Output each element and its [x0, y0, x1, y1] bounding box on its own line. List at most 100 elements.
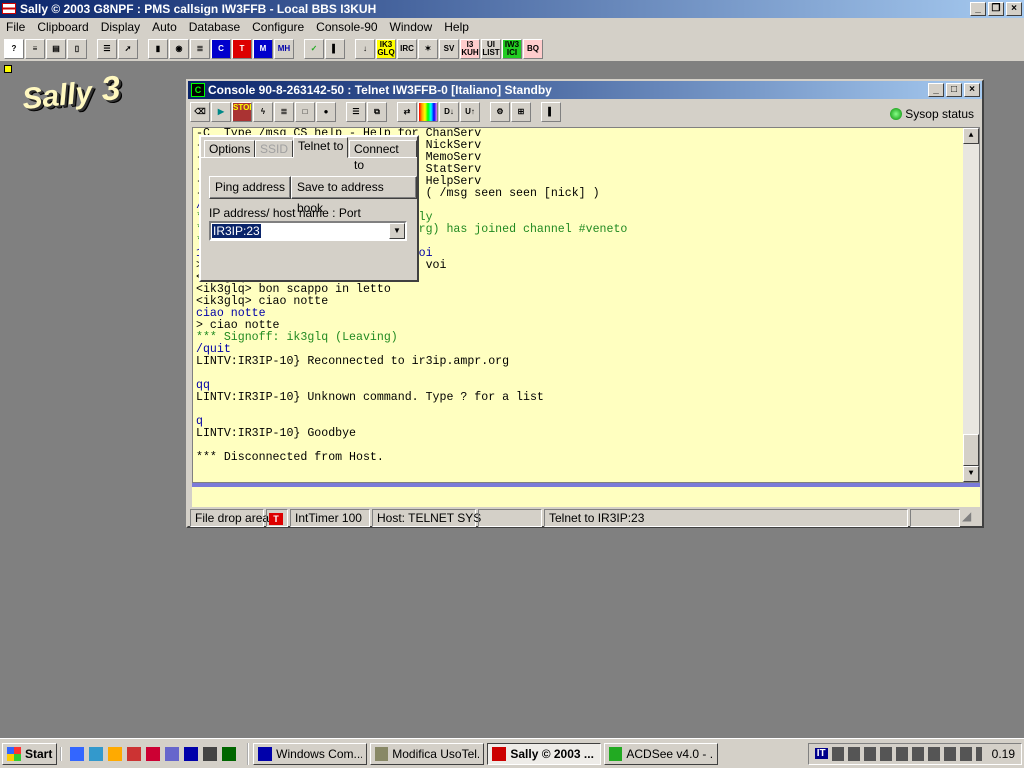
- ie-icon[interactable]: [70, 746, 85, 761]
- app3-icon[interactable]: [165, 746, 180, 761]
- print-icon[interactable]: ▤: [46, 39, 66, 59]
- menu-configure[interactable]: Configure: [246, 18, 310, 37]
- taskbar-button-label: Modifica UsoTel...: [392, 746, 480, 761]
- minimize-button[interactable]: _: [970, 2, 986, 16]
- resize-grip[interactable]: ◢: [962, 509, 978, 527]
- console-close-button[interactable]: ×: [964, 83, 980, 97]
- new-list-icon[interactable]: ☰: [346, 102, 366, 122]
- restore-button[interactable]: ❐: [988, 2, 1004, 16]
- sysop-status[interactable]: Sysop status: [890, 107, 974, 121]
- scroll-icon[interactable]: ≣: [190, 39, 210, 59]
- ik3glq-icon[interactable]: IK3 GLQ: [376, 39, 396, 59]
- eraser-icon[interactable]: ⌫: [190, 102, 210, 122]
- robot-icon[interactable]: [203, 746, 218, 761]
- save-icon[interactable]: [184, 746, 199, 761]
- scroll-icon[interactable]: ≣: [274, 102, 294, 122]
- i3kuh-icon[interactable]: I3 KUH: [460, 39, 480, 59]
- taskbar-button[interactable]: Windows Com...: [253, 742, 368, 765]
- start-button[interactable]: Start: [2, 742, 58, 765]
- stop-icon[interactable]: STOP: [232, 102, 252, 122]
- sv-icon[interactable]: SV: [439, 39, 459, 59]
- console-m-icon[interactable]: M: [253, 39, 273, 59]
- menu-help[interactable]: Help: [438, 18, 475, 37]
- address-combobox[interactable]: IR3IP:23 ▼: [209, 221, 407, 241]
- save-address-book-button[interactable]: Save to address book: [291, 176, 417, 215]
- telnet-popup: Options SSID Telnet to Connect to Ping a…: [199, 135, 419, 282]
- sysop-status-label: Sysop status: [905, 107, 974, 121]
- console-scrollbar[interactable]: ▲ ▼: [963, 128, 979, 482]
- console-maximize-button[interactable]: □: [946, 83, 962, 97]
- taskbar-button[interactable]: ACDSee v4.0 - ...: [604, 742, 719, 765]
- scroll-up-button[interactable]: ▲: [963, 128, 979, 144]
- tab-connect-to[interactable]: Connect to: [349, 140, 417, 172]
- exit-door-icon[interactable]: ▌: [541, 102, 561, 122]
- command-input[interactable]: [192, 487, 980, 507]
- dropdown-arrow-icon[interactable]: ▼: [389, 223, 405, 239]
- console-minimize-button[interactable]: _: [928, 83, 944, 97]
- mh-icon[interactable]: MH: [274, 39, 294, 59]
- color-bars-icon[interactable]: [418, 102, 438, 122]
- help-icon[interactable]: ?: [4, 39, 24, 59]
- console-line: LINTV:IR3IP-10} Goodbye: [196, 427, 357, 440]
- ui-list-icon[interactable]: UI LIST: [481, 39, 501, 59]
- battery-icon[interactable]: [222, 746, 237, 761]
- status-blank-2: [910, 509, 960, 527]
- edit-list-icon[interactable]: ☰: [97, 39, 117, 59]
- upload-icon[interactable]: U↑: [460, 102, 480, 122]
- menu-console-90[interactable]: Console-90: [310, 18, 383, 37]
- taskbar-button-label: Windows Com...: [276, 746, 363, 761]
- console-titlebar: C Console 90-8-263142-50 : Telnet IW3FFB…: [188, 81, 982, 99]
- menu-clipboard[interactable]: Clipboard: [31, 18, 94, 37]
- frame-icon[interactable]: □: [295, 102, 315, 122]
- taskbar: Start Windows Com... Modifica UsoTel... Sa…: [0, 738, 1024, 768]
- file-drop-area[interactable]: File drop area: [190, 509, 269, 527]
- menu-window[interactable]: Window: [384, 18, 439, 37]
- app2-icon[interactable]: [146, 746, 161, 761]
- tab-telnet-to[interactable]: Telnet to: [293, 137, 349, 158]
- scroll-down-button[interactable]: ▼: [963, 466, 979, 482]
- irc-icon[interactable]: IRC: [397, 39, 417, 59]
- language-indicator[interactable]: IT: [814, 748, 828, 759]
- antenna-icon[interactable]: ϟ: [253, 102, 273, 122]
- send-icon[interactable]: ➚: [118, 39, 138, 59]
- menu-auto[interactable]: Auto: [146, 18, 183, 37]
- down-arrow-icon[interactable]: ↓: [355, 39, 375, 59]
- app-icon[interactable]: [127, 746, 142, 761]
- network-icon[interactable]: ⊞: [511, 102, 531, 122]
- editor-icon: [375, 746, 389, 761]
- close-button[interactable]: ×: [1006, 2, 1022, 16]
- address-value[interactable]: IR3IP:23: [212, 224, 261, 238]
- tab-ssid: SSID: [255, 140, 294, 158]
- taskbar-button[interactable]: Sally © 2003 ...: [487, 742, 602, 765]
- console-toolbar: ⌫▶STOPϟ≣□● ☰⧉ ⇄ D↓U↑ ⚙⊞ ▌: [190, 102, 561, 124]
- int-timer: IntTimer 100: [290, 509, 370, 527]
- menu-file[interactable]: File: [0, 18, 31, 37]
- gear-icon[interactable]: ⚙: [490, 102, 510, 122]
- console-t-icon[interactable]: T: [232, 39, 252, 59]
- book-icon[interactable]: ▮: [148, 39, 168, 59]
- record-icon[interactable]: ●: [316, 102, 336, 122]
- tab-options[interactable]: Options: [204, 140, 256, 158]
- download-icon[interactable]: D↓: [439, 102, 459, 122]
- ping-address-button[interactable]: Ping address: [209, 176, 292, 199]
- play-icon[interactable]: ▶: [211, 102, 231, 122]
- iw3ici-icon[interactable]: IW3 ICI: [502, 39, 522, 59]
- media-player-icon[interactable]: [108, 746, 123, 761]
- scroll-thumb[interactable]: [963, 434, 979, 466]
- binoculars-icon[interactable]: ◉: [169, 39, 189, 59]
- new-doc-icon[interactable]: ▯: [67, 39, 87, 59]
- console-c-icon[interactable]: C: [211, 39, 231, 59]
- exit-door-icon[interactable]: ▌: [325, 39, 345, 59]
- bq-icon[interactable]: BQ: [523, 39, 543, 59]
- copy-icon[interactable]: ⧉: [367, 102, 387, 122]
- list-icon[interactable]: ≡: [25, 39, 45, 59]
- switch-icon[interactable]: ⇄: [397, 102, 417, 122]
- tray-icons[interactable]: [831, 746, 982, 761]
- check-icon[interactable]: ✓: [304, 39, 324, 59]
- outlook-icon[interactable]: [89, 746, 104, 761]
- menu-display[interactable]: Display: [95, 18, 146, 37]
- app-titlebar: Sally © 2003 G8NPF : PMS callsign IW3FFB…: [0, 0, 1024, 18]
- taskbar-button[interactable]: Modifica UsoTel...: [370, 742, 485, 765]
- satellite-icon[interactable]: ✶: [418, 39, 438, 59]
- menu-database[interactable]: Database: [183, 18, 246, 37]
